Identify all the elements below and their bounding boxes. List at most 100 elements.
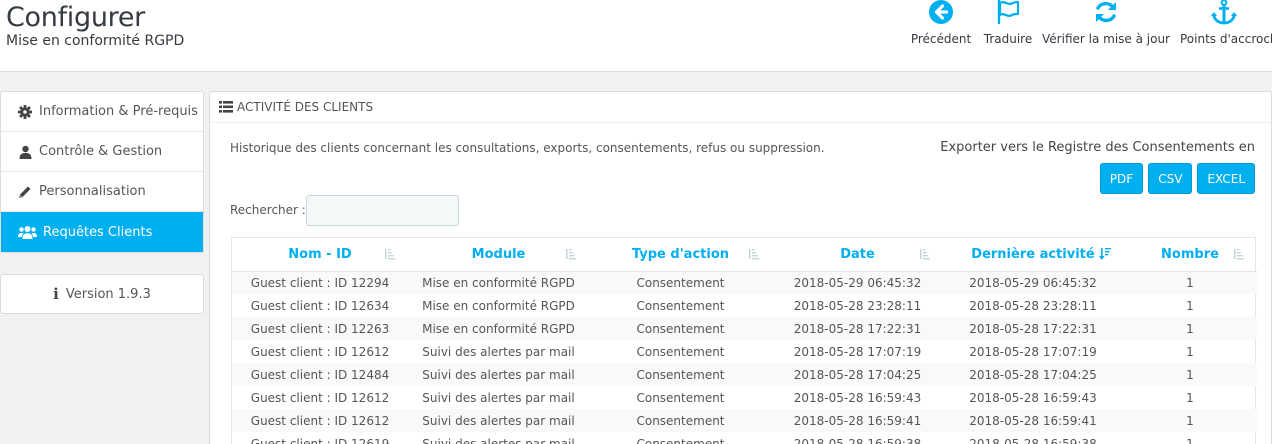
users-icon bbox=[17, 224, 37, 240]
sidebar-item-control[interactable]: Contrôle & Gestion bbox=[1, 132, 203, 172]
table-cell: Consentement bbox=[589, 363, 772, 386]
back-button[interactable]: Précédent bbox=[910, 0, 972, 50]
column-header-last-activity[interactable]: Dernière activité bbox=[943, 238, 1123, 272]
export-pdf-button[interactable]: PDF bbox=[1099, 163, 1144, 194]
sidebar-item-label: Personnalisation bbox=[39, 184, 146, 199]
sort-icon bbox=[748, 248, 760, 260]
table-row: Guest client : ID 12619 Suivi des alertes… bbox=[232, 432, 1257, 444]
table-cell: 1 bbox=[1186, 390, 1194, 405]
table-cell: 2018-05-28 23:28:11 bbox=[969, 298, 1097, 313]
search-label: Rechercher : bbox=[230, 203, 306, 217]
page-header: Configurer Mise en conformité RGPD Précé… bbox=[0, 0, 1272, 72]
refresh-icon bbox=[1090, 0, 1122, 26]
table-cell: 2018-05-28 16:59:43 bbox=[969, 390, 1097, 405]
table-cell: 2018-05-28 16:59:43 bbox=[793, 390, 922, 405]
table-row: Guest client : ID 12612 Suivi des alertes… bbox=[232, 340, 1257, 363]
table-cell: Guest client : ID 12634 bbox=[250, 298, 390, 313]
sidebar-item-label: Contrôle & Gestion bbox=[39, 144, 163, 159]
sidebar-item-customer-requests[interactable]: Requêtes Clients bbox=[1, 212, 203, 252]
table-cell: Consentement bbox=[636, 390, 725, 405]
sidebar-item-label: Requêtes Clients bbox=[43, 224, 153, 240]
sidebar: Information & Pré-requis Contrôle & Gest… bbox=[0, 91, 204, 314]
translate-button[interactable]: Traduire bbox=[982, 0, 1034, 50]
sidebar-menu: Information & Pré-requis Contrôle & Gest… bbox=[0, 91, 204, 253]
column-header-label: Nombre bbox=[1161, 246, 1219, 262]
panel-title: ACTIVITÉ DES CLIENTS bbox=[237, 100, 374, 114]
column-header-label: Type d'action bbox=[631, 246, 730, 262]
table-cell: Suivi des alertes par mail bbox=[408, 409, 589, 432]
table-cell: Guest client : ID 12263 bbox=[232, 317, 408, 340]
table-cell: Consentement bbox=[589, 317, 772, 340]
table-cell: 1 bbox=[1186, 298, 1194, 313]
table-cell: 1 bbox=[1123, 317, 1257, 340]
column-header-label: Date bbox=[840, 246, 875, 262]
back-button-label: Précédent bbox=[910, 32, 972, 46]
table-cell: 2018-05-28 17:07:19 bbox=[793, 344, 922, 359]
sort-desc-icon bbox=[1099, 248, 1111, 260]
panel-description: Historique des clients concernant les co… bbox=[230, 141, 825, 155]
translate-button-label: Traduire bbox=[983, 32, 1033, 46]
search-input[interactable] bbox=[306, 195, 459, 226]
back-arrow-icon bbox=[925, 0, 957, 26]
table-cell: Consentement bbox=[636, 436, 725, 444]
table-cell: 2018-05-28 17:04:25 bbox=[772, 363, 943, 386]
table-cell: 2018-05-28 16:59:38 bbox=[969, 436, 1097, 444]
column-header-label: Dernière activité bbox=[971, 246, 1095, 262]
table-cell: Mise en conformité RGPD bbox=[408, 271, 589, 294]
table-cell: Suivi des alertes par mail bbox=[422, 436, 575, 444]
user-icon bbox=[17, 144, 33, 160]
sidebar-item-information[interactable]: Information & Pré-requis bbox=[1, 92, 203, 132]
table-cell: Consentement bbox=[636, 344, 725, 359]
table-row: Guest client : ID 12612 Suivi des alertes… bbox=[232, 409, 1257, 432]
table-cell: 2018-05-28 16:59:38 bbox=[793, 436, 922, 444]
info-icon: i bbox=[53, 285, 59, 303]
table-row: Guest client : ID 12612 Suivi des alertes… bbox=[232, 386, 1257, 409]
export-excel-button[interactable]: EXCEL bbox=[1197, 163, 1255, 194]
table-cell: 2018-05-28 16:59:41 bbox=[772, 409, 943, 432]
table-cell: Guest client : ID 12612 bbox=[250, 390, 390, 405]
flag-icon bbox=[992, 0, 1024, 26]
column-header-action-type[interactable]: Type d'action bbox=[589, 238, 772, 272]
table-cell: Guest client : ID 12294 bbox=[232, 271, 408, 294]
table-cell: Consentement bbox=[636, 298, 725, 313]
page-subtitle: Mise en conformité RGPD bbox=[6, 33, 185, 49]
column-header-name-id[interactable]: Nom - ID bbox=[232, 238, 408, 272]
customer-activity-panel: ACTIVITÉ DES CLIENTS Historique des clie… bbox=[209, 91, 1272, 444]
column-header-date[interactable]: Date bbox=[772, 238, 943, 272]
export-label: Exporter vers le Registre des Consenteme… bbox=[940, 140, 1255, 155]
table-cell: Suivi des alertes par mail bbox=[422, 390, 575, 405]
table-cell: Suivi des alertes par mail bbox=[408, 363, 589, 386]
sort-icon bbox=[384, 248, 396, 260]
check-update-button[interactable]: Vérifier la mise à jour bbox=[1042, 0, 1170, 50]
table-cell: 2018-05-28 17:22:31 bbox=[943, 317, 1123, 340]
table-cell: 2018-05-28 16:59:41 bbox=[943, 409, 1123, 432]
column-header-module[interactable]: Module bbox=[408, 238, 589, 272]
table-row: Guest client : ID 12263 Mise en conformit… bbox=[232, 317, 1257, 340]
table-body: Guest client : ID 12294 Mise en conformit… bbox=[232, 271, 1257, 444]
sidebar-item-label: Information & Pré-requis bbox=[39, 104, 198, 119]
table-cell: Mise en conformité RGPD bbox=[422, 298, 575, 313]
export-csv-button[interactable]: CSV bbox=[1148, 163, 1193, 194]
table-cell: Mise en conformité RGPD bbox=[408, 317, 589, 340]
table-cell: Suivi des alertes par mail bbox=[422, 344, 575, 359]
column-header-label: Nom - ID bbox=[288, 246, 352, 262]
gear-icon bbox=[17, 104, 33, 120]
table-row: Guest client : ID 12634 Mise en conformit… bbox=[232, 294, 1257, 317]
list-icon bbox=[219, 101, 233, 113]
table-row: Guest client : ID 12294 Mise en conformit… bbox=[232, 271, 1257, 294]
table-cell: 2018-05-28 17:22:31 bbox=[772, 317, 943, 340]
sort-icon bbox=[919, 248, 931, 260]
table-cell: Guest client : ID 12484 bbox=[232, 363, 408, 386]
table-row: Guest client : ID 12484 Suivi des alertes… bbox=[232, 363, 1257, 386]
table-cell: 1 bbox=[1186, 344, 1194, 359]
panel-heading: ACTIVITÉ DES CLIENTS bbox=[210, 92, 1271, 123]
hooks-button-label: Points d'accroch bbox=[1180, 32, 1272, 46]
table-cell: 1 bbox=[1123, 409, 1257, 432]
table-cell: 2018-05-29 06:45:32 bbox=[943, 271, 1123, 294]
hooks-button[interactable]: Points d'accroch bbox=[1180, 0, 1272, 50]
sort-icon bbox=[1233, 248, 1245, 260]
table-cell: 1 bbox=[1123, 363, 1257, 386]
column-header-count[interactable]: Nombre bbox=[1123, 238, 1257, 272]
sidebar-item-customization[interactable]: Personnalisation bbox=[1, 172, 203, 212]
table-cell: 2018-05-29 06:45:32 bbox=[772, 271, 943, 294]
